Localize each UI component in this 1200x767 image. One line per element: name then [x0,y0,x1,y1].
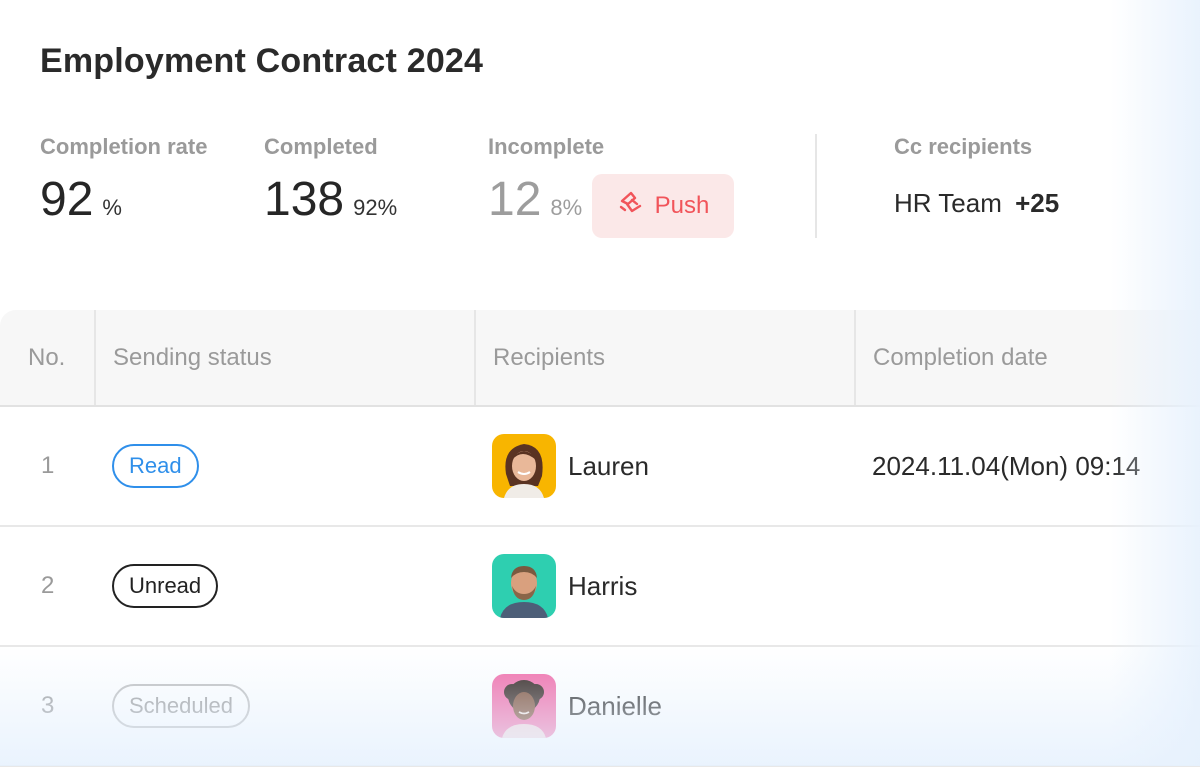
cc-recipients-label: Cc recipients [894,134,1033,159]
incomplete-percent: 8% [550,195,583,220]
recipient-name: Harris [568,570,638,601]
push-alert-icon [617,189,645,224]
recipients-table: No. Sending status Recipients Completion… [0,310,1200,767]
stats-divider [815,134,817,238]
status-badge: Unread [112,564,219,608]
row-number: 2 [41,572,55,599]
completed-stat: Completed 138 92% [264,134,397,228]
completion-rate-unit: % [102,195,122,220]
row-number: 1 [41,452,55,479]
cc-recipients-extra-count[interactable]: +25 [1015,188,1059,218]
avatar [492,554,556,618]
recipient-name: Danielle [568,690,662,721]
completed-value: 138 [264,173,345,226]
table-row[interactable]: 3 Scheduled Danielle [0,647,1200,767]
completed-label: Completed [264,134,378,159]
status-badge: Read [112,444,199,488]
page-title: Employment Contract 2024 [40,42,484,80]
column-header-no: No. [28,343,66,371]
incomplete-stat: Incomplete 12 8% [488,134,604,228]
recipient-name: Lauren [568,450,649,481]
completion-rate-value: 92 [40,173,94,226]
completion-rate-label: Completion rate [40,134,208,159]
row-number: 3 [41,692,55,719]
table-header: No. Sending status Recipients Completion… [0,310,1200,407]
completion-date: 2024.11.04(Mon) 09:14 [872,450,1141,481]
incomplete-label: Incomplete [488,134,605,159]
column-header-date: Completion date [854,310,1200,405]
push-button[interactable]: Push [592,174,734,238]
completion-rate-stat: Completion rate 92 % [40,134,207,228]
table-row[interactable]: 2 Unread Harris [0,527,1200,647]
status-badge: Scheduled [112,684,250,728]
cc-recipients: Cc recipients HR Team +25 [894,134,1059,219]
push-button-label: Push [654,192,710,219]
cc-recipients-value: HR Team [894,188,1002,218]
avatar [492,674,556,738]
completed-percent: 92% [353,195,398,220]
column-header-recipients: Recipients [474,310,854,405]
table-row[interactable]: 1 Read Lauren 2024.11.04(Mon) 09:14 [0,407,1200,527]
column-header-status: Sending status [94,310,474,405]
avatar [492,434,556,498]
incomplete-value: 12 [488,173,542,226]
